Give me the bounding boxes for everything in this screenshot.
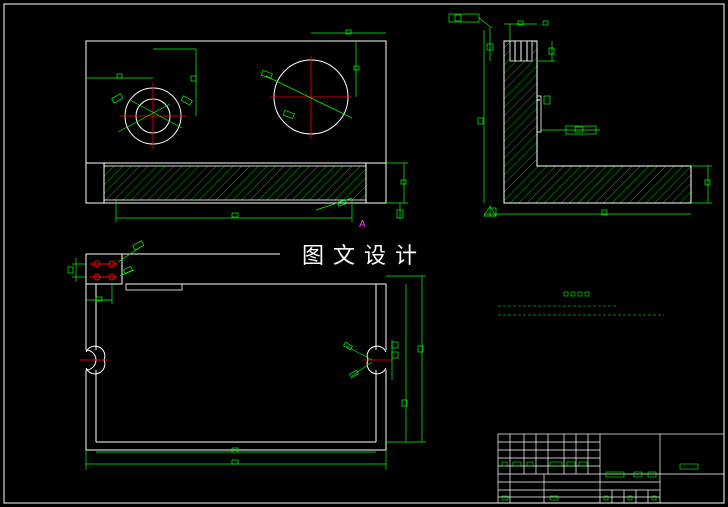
section-marker: A [359, 219, 366, 230]
front-view-section-hatch [103, 165, 367, 201]
top-view-hole-block [85, 253, 123, 285]
side-view [448, 13, 712, 217]
technical-notes [498, 291, 664, 316]
side-view-l-profile [503, 40, 692, 204]
front-view [85, 29, 408, 222]
front-view-body [85, 40, 387, 164]
top-view-plate [85, 253, 387, 451]
title-block [497, 433, 725, 504]
top-view [67, 240, 426, 470]
watermark-text: 图文设计 [302, 244, 427, 269]
